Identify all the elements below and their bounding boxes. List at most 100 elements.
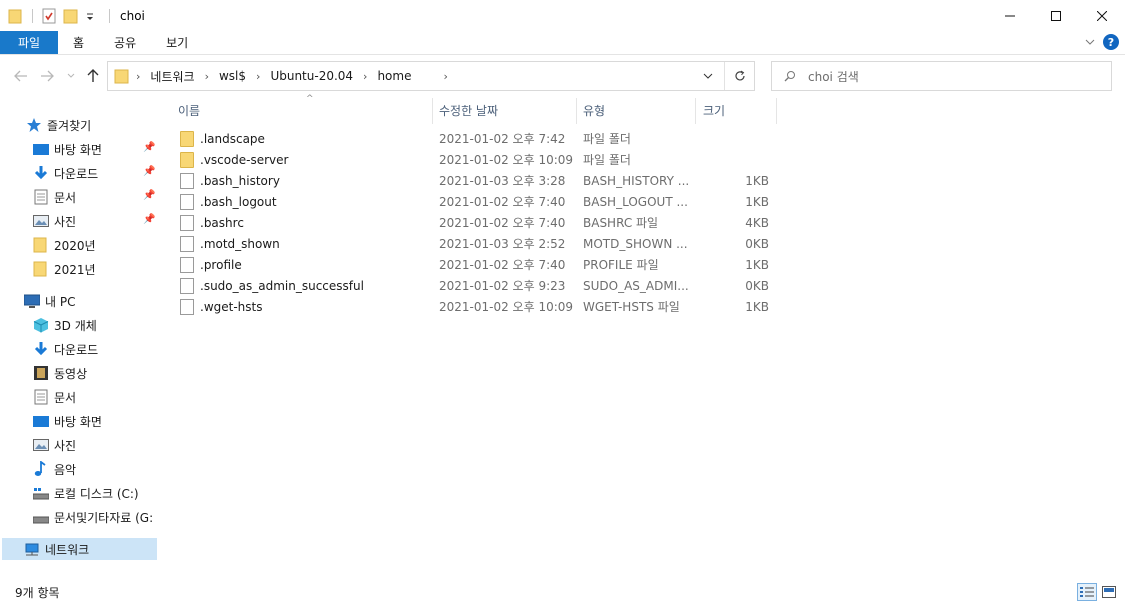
file-row[interactable]: .bash_logout 2021-01-02 오후 7:40 BASH_LOG… — [178, 191, 778, 212]
sidebar-item-pc-documents[interactable]: 문서 — [33, 386, 76, 408]
sidebar-item-label: 로컬 디스크 (C:) — [54, 486, 139, 501]
breadcrumb-home[interactable]: home — [377, 69, 411, 83]
breadcrumb-separator[interactable]: › — [256, 70, 260, 83]
download-icon — [33, 165, 49, 181]
details-view-button[interactable] — [1077, 583, 1097, 601]
sidebar-item-2020[interactable]: 2020년 — [33, 234, 96, 256]
sidebar-item-this-pc[interactable]: 내 PC — [23, 290, 76, 312]
sidebar-item-pc-desktop[interactable]: 바탕 화면 — [33, 410, 102, 432]
file-type: 파일 폴더 — [583, 153, 631, 167]
folder-icon — [8, 8, 24, 24]
file-row[interactable]: .wget-hsts 2021-01-02 오후 10:09 WGET-HSTS… — [178, 296, 778, 317]
sidebar-item-3d-objects[interactable]: 3D 개체 — [33, 314, 97, 336]
file-name: .profile — [200, 257, 242, 272]
tab-share[interactable]: 공유 — [99, 31, 151, 54]
help-icon[interactable]: ? — [1103, 34, 1119, 50]
sidebar-item-label: 내 PC — [45, 294, 76, 309]
music-note-icon — [33, 460, 49, 477]
large-icons-view-button[interactable] — [1099, 583, 1119, 601]
file-row[interactable]: .profile 2021-01-02 오후 7:40 PROFILE 파일 1… — [178, 254, 778, 275]
forward-button[interactable] — [38, 67, 56, 85]
maximize-button[interactable] — [1033, 0, 1079, 31]
breadcrumb-separator[interactable]: › — [205, 70, 209, 83]
sidebar-item-quick-access[interactable]: 즐겨찾기 — [26, 114, 91, 136]
sidebar-item-videos[interactable]: 동영상 — [33, 362, 87, 384]
pin-icon[interactable]: 📌 — [143, 166, 155, 177]
sidebar-item-label: 사진 — [54, 438, 77, 453]
tab-view[interactable]: 보기 — [151, 31, 203, 54]
column-header-size[interactable]: 크기 — [703, 96, 778, 124]
breadcrumb-separator[interactable]: › — [363, 70, 367, 83]
sidebar-item-network[interactable]: 네트워크 — [2, 538, 157, 560]
column-divider[interactable] — [695, 98, 696, 124]
star-icon — [26, 117, 42, 133]
document-icon — [33, 189, 49, 205]
breadcrumb-network[interactable]: 네트워크 — [150, 68, 194, 85]
column-divider[interactable] — [576, 98, 577, 124]
file-size: 1KB — [745, 257, 769, 272]
ribbon-tabs: 파일 홈 공유 보기 ? — [0, 31, 1125, 55]
file-date: 2021-01-03 오후 3:28 — [439, 174, 566, 188]
folder-icon — [180, 131, 194, 147]
file-row[interactable]: .sudo_as_admin_successful 2021-01-02 오후 … — [178, 275, 778, 296]
file-date: 2021-01-02 오후 7:40 — [439, 216, 566, 230]
navigation-bar: › 네트워크 › wsl$ › Ubuntu-20.04 › home › ch… — [0, 56, 1125, 96]
recent-locations-button[interactable] — [62, 67, 80, 85]
breadcrumb-ubuntu[interactable]: Ubuntu-20.04 — [270, 69, 353, 83]
refresh-button[interactable] — [724, 62, 754, 90]
file-type: PROFILE 파일 — [583, 258, 659, 272]
tab-home[interactable]: 홈 — [58, 31, 99, 54]
file-size: 4KB — [745, 215, 769, 230]
file-row[interactable]: .bashrc 2021-01-02 오후 7:40 BASHRC 파일 4KB — [178, 212, 778, 233]
tab-file[interactable]: 파일 — [0, 31, 58, 54]
sidebar-item-desktop[interactable]: 바탕 화면 — [33, 138, 102, 160]
sidebar-item-label: 사진 — [54, 214, 77, 229]
breadcrumb-separator[interactable]: › — [136, 70, 140, 83]
pin-icon[interactable]: 📌 — [143, 142, 155, 153]
customize-toolbar-icon[interactable] — [85, 8, 101, 24]
file-type: MOTD_SHOWN ... — [583, 236, 688, 251]
sidebar-item-documents[interactable]: 문서 — [33, 186, 76, 208]
pin-icon[interactable]: 📌 — [143, 214, 155, 225]
file-row[interactable]: .landscape 2021-01-02 오후 7:42 파일 폴더 — [178, 128, 778, 149]
close-button[interactable] — [1079, 0, 1125, 31]
back-button[interactable] — [12, 67, 30, 85]
column-header-name[interactable]: 이름 ^ — [178, 94, 433, 124]
file-row[interactable]: .vscode-server 2021-01-02 오후 10:09 파일 폴더 — [178, 149, 778, 170]
sidebar-item-music[interactable]: 음악 — [33, 458, 76, 480]
drive-icon — [32, 509, 50, 525]
address-bar[interactable]: › 네트워크 › wsl$ › Ubuntu-20.04 › home › — [107, 61, 755, 91]
sidebar-item-pictures[interactable]: 사진 — [33, 210, 76, 232]
sidebar-item-pc-pictures[interactable]: 사진 — [33, 434, 76, 456]
breadcrumb-separator[interactable]: › — [443, 70, 447, 83]
properties-icon[interactable] — [41, 8, 57, 24]
column-header-label: 유형 — [583, 103, 606, 118]
minimize-button[interactable] — [987, 0, 1033, 31]
sidebar-item-drive-g[interactable]: 문서및기타자료 (G: — [32, 506, 153, 528]
search-box[interactable]: choi 검색 — [771, 61, 1112, 91]
file-row[interactable]: .motd_shown 2021-01-03 오후 2:52 MOTD_SHOW… — [178, 233, 778, 254]
expand-ribbon-icon[interactable] — [1085, 38, 1095, 46]
column-header-date[interactable]: 수정한 날짜 — [439, 96, 579, 124]
title-bar: choi — [0, 0, 1125, 31]
up-button[interactable] — [84, 67, 102, 85]
column-header-type[interactable]: 유형 — [583, 96, 693, 124]
sidebar-item-downloads[interactable]: 다운로드 — [33, 162, 98, 184]
file-icon — [180, 257, 194, 273]
column-divider[interactable] — [776, 98, 777, 124]
new-folder-icon[interactable] — [63, 8, 79, 24]
forward-arrow-icon — [41, 70, 54, 82]
pin-icon[interactable]: 📌 — [143, 190, 155, 201]
sidebar-item-label: 문서 — [54, 190, 77, 205]
address-history-button[interactable] — [696, 62, 720, 90]
network-icon — [24, 541, 40, 557]
file-size: 0KB — [745, 278, 769, 293]
breadcrumb-wsl[interactable]: wsl$ — [219, 69, 246, 83]
sidebar-item-2021[interactable]: 2021년 — [33, 258, 96, 280]
column-divider[interactable] — [432, 98, 433, 124]
file-row[interactable]: .bash_history 2021-01-03 오후 3:28 BASH_HI… — [178, 170, 778, 191]
computer-icon — [23, 293, 41, 309]
folder-icon — [33, 261, 49, 277]
sidebar-item-local-disk-c[interactable]: 로컬 디스크 (C:) — [32, 482, 139, 504]
sidebar-item-pc-downloads[interactable]: 다운로드 — [33, 338, 98, 360]
